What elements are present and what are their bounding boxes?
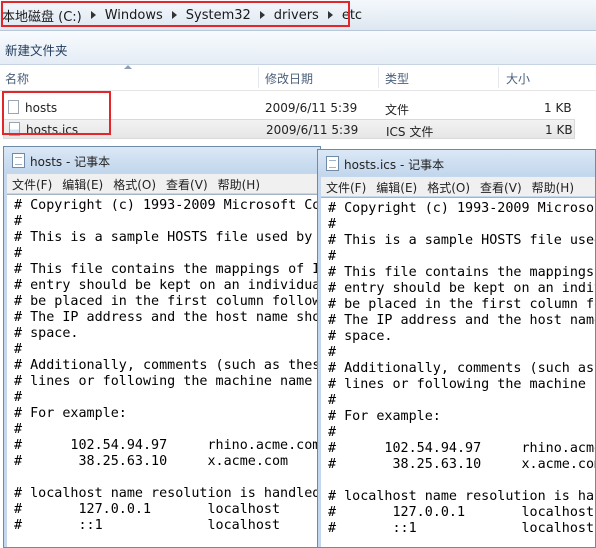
file-type: ICS 文件 [386, 125, 434, 139]
column-name[interactable]: 名称 [5, 70, 29, 87]
menu-bar: 文件(F) 编辑(E) 格式(O) 查看(V) 帮助(H) [7, 174, 320, 193]
notepad-window-hosts-ics[interactable]: hosts.ics - 记事本 文件(F) 编辑(E) 格式(O) 查看(V) 帮助(H… [317, 149, 596, 548]
column-divider[interactable] [258, 67, 259, 88]
address-highlight-box [1, 1, 350, 27]
text-line: # [328, 425, 337, 440]
text-line: # entry should be kept on an individua [14, 278, 320, 293]
file-size: 1 KB [544, 101, 572, 115]
text-line: # Copyright (c) 1993-2009 Microso [328, 201, 595, 216]
menu-format[interactable]: 格式(O) [113, 176, 156, 193]
text-line: # ::1 localhost [14, 518, 281, 533]
menu-help[interactable]: 帮助(H) [218, 176, 260, 193]
menu-help[interactable]: 帮助(H) [532, 179, 574, 196]
text-line: # space. [328, 329, 393, 344]
text-line: # This is a sample HOSTS file used [328, 233, 595, 248]
file-modified: 2009/6/11 5:39 [265, 101, 358, 115]
text-line: # [328, 345, 337, 360]
text-line: # [14, 246, 23, 261]
column-size[interactable]: 大小 [506, 70, 530, 87]
text-line [7, 470, 320, 486]
notepad-window-hosts[interactable]: hosts - 记事本 文件(F) 编辑(E) 格式(O) 查看(V) 帮助(H) # … [3, 146, 321, 548]
text-editor[interactable]: # Copyright (c) 1993-2009 Microsoft Co # #… [7, 194, 320, 547]
menu-edit[interactable]: 编辑(E) [376, 179, 417, 196]
menu-view[interactable]: 查看(V) [480, 179, 522, 196]
text-line: # Copyright (c) 1993-2009 Microsoft Co [14, 198, 320, 213]
text-line: # Additionally, comments (such as [328, 361, 595, 376]
text-line: # This file contains the mappings of I [14, 262, 320, 277]
text-line: # 38.25.63.10 x.acme.com [14, 454, 289, 469]
text-line: # [328, 249, 337, 264]
text-line: # The IP address and the host name sho [14, 310, 320, 325]
text-line: # Additionally, comments (such as thes [14, 358, 320, 373]
text-line: # [14, 342, 23, 357]
text-line: # For example: [328, 409, 441, 424]
text-line: # space. [14, 326, 79, 341]
text-line [321, 473, 595, 489]
title-bar[interactable]: hosts.ics - 记事本 [318, 150, 595, 176]
notepad-icon [326, 156, 339, 171]
text-line: # [328, 393, 337, 408]
text-line: # This is a sample HOSTS file used by [14, 230, 313, 245]
file-type: 文件 [385, 103, 410, 117]
text-line: # localhost name resolution is handled [14, 486, 320, 501]
text-line: # lines or following the machine name [14, 374, 313, 389]
text-line: # [14, 390, 23, 405]
text-line: # ::1 localhost [328, 521, 595, 536]
notepad-icon [12, 153, 25, 168]
menu-view[interactable]: 查看(V) [166, 176, 208, 193]
text-line: # 102.54.94.97 rhino.acme.com [14, 438, 320, 453]
text-line: # This file contains the mappings [328, 265, 595, 280]
title-bar[interactable]: hosts - 记事本 [4, 147, 320, 173]
address-bar[interactable]: 本地磁盘 (C:) Windows System32 drivers etc [0, 0, 596, 31]
column-divider[interactable] [498, 67, 499, 88]
text-line: # The IP address and the host name [328, 313, 595, 328]
text-line: # 38.25.63.10 x.acme.com [328, 457, 595, 472]
menu-file[interactable]: 文件(F) [12, 176, 52, 193]
new-folder-button[interactable]: 新建文件夹 [5, 40, 68, 59]
column-modified[interactable]: 修改日期 [265, 70, 313, 87]
text-line: # lines or following the machine n [328, 377, 595, 392]
menu-edit[interactable]: 编辑(E) [62, 176, 103, 193]
text-line: # be placed in the first column follow [14, 294, 320, 309]
menu-bar: 文件(F) 编辑(E) 格式(O) 查看(V) 帮助(H) [321, 177, 595, 196]
explorer-toolbar: 新建文件夹 [0, 31, 596, 65]
text-line: # 127.0.0.1 localhost [14, 502, 281, 517]
text-line: # [14, 422, 23, 437]
window-title: hosts.ics - 记事本 [344, 158, 445, 172]
text-editor[interactable]: # Copyright (c) 1993-2009 Microso # # This… [321, 197, 595, 547]
menu-format[interactable]: 格式(O) [427, 179, 470, 196]
text-line: # [328, 217, 337, 232]
window-title: hosts - 记事本 [30, 155, 111, 169]
text-line: # localhost name resolution is han [328, 489, 595, 504]
sort-indicator-icon [124, 65, 132, 69]
files-highlight-box [2, 91, 111, 135]
file-modified: 2009/6/11 5:39 [266, 123, 359, 137]
text-line: # 102.54.94.97 rhino.acme [328, 441, 595, 456]
column-header-row: 名称 修改日期 类型 大小 [0, 65, 596, 91]
text-line: # be placed in the first column fo [328, 297, 595, 312]
column-type[interactable]: 类型 [385, 70, 409, 87]
column-divider[interactable] [378, 67, 379, 88]
menu-file[interactable]: 文件(F) [326, 179, 366, 196]
text-line: # For example: [14, 406, 127, 421]
file-size: 1 KB [545, 123, 573, 137]
text-line: # entry should be kept on an indiv [328, 281, 595, 296]
text-line: # 127.0.0.1 localhost [328, 505, 595, 520]
text-line: # [14, 214, 23, 229]
